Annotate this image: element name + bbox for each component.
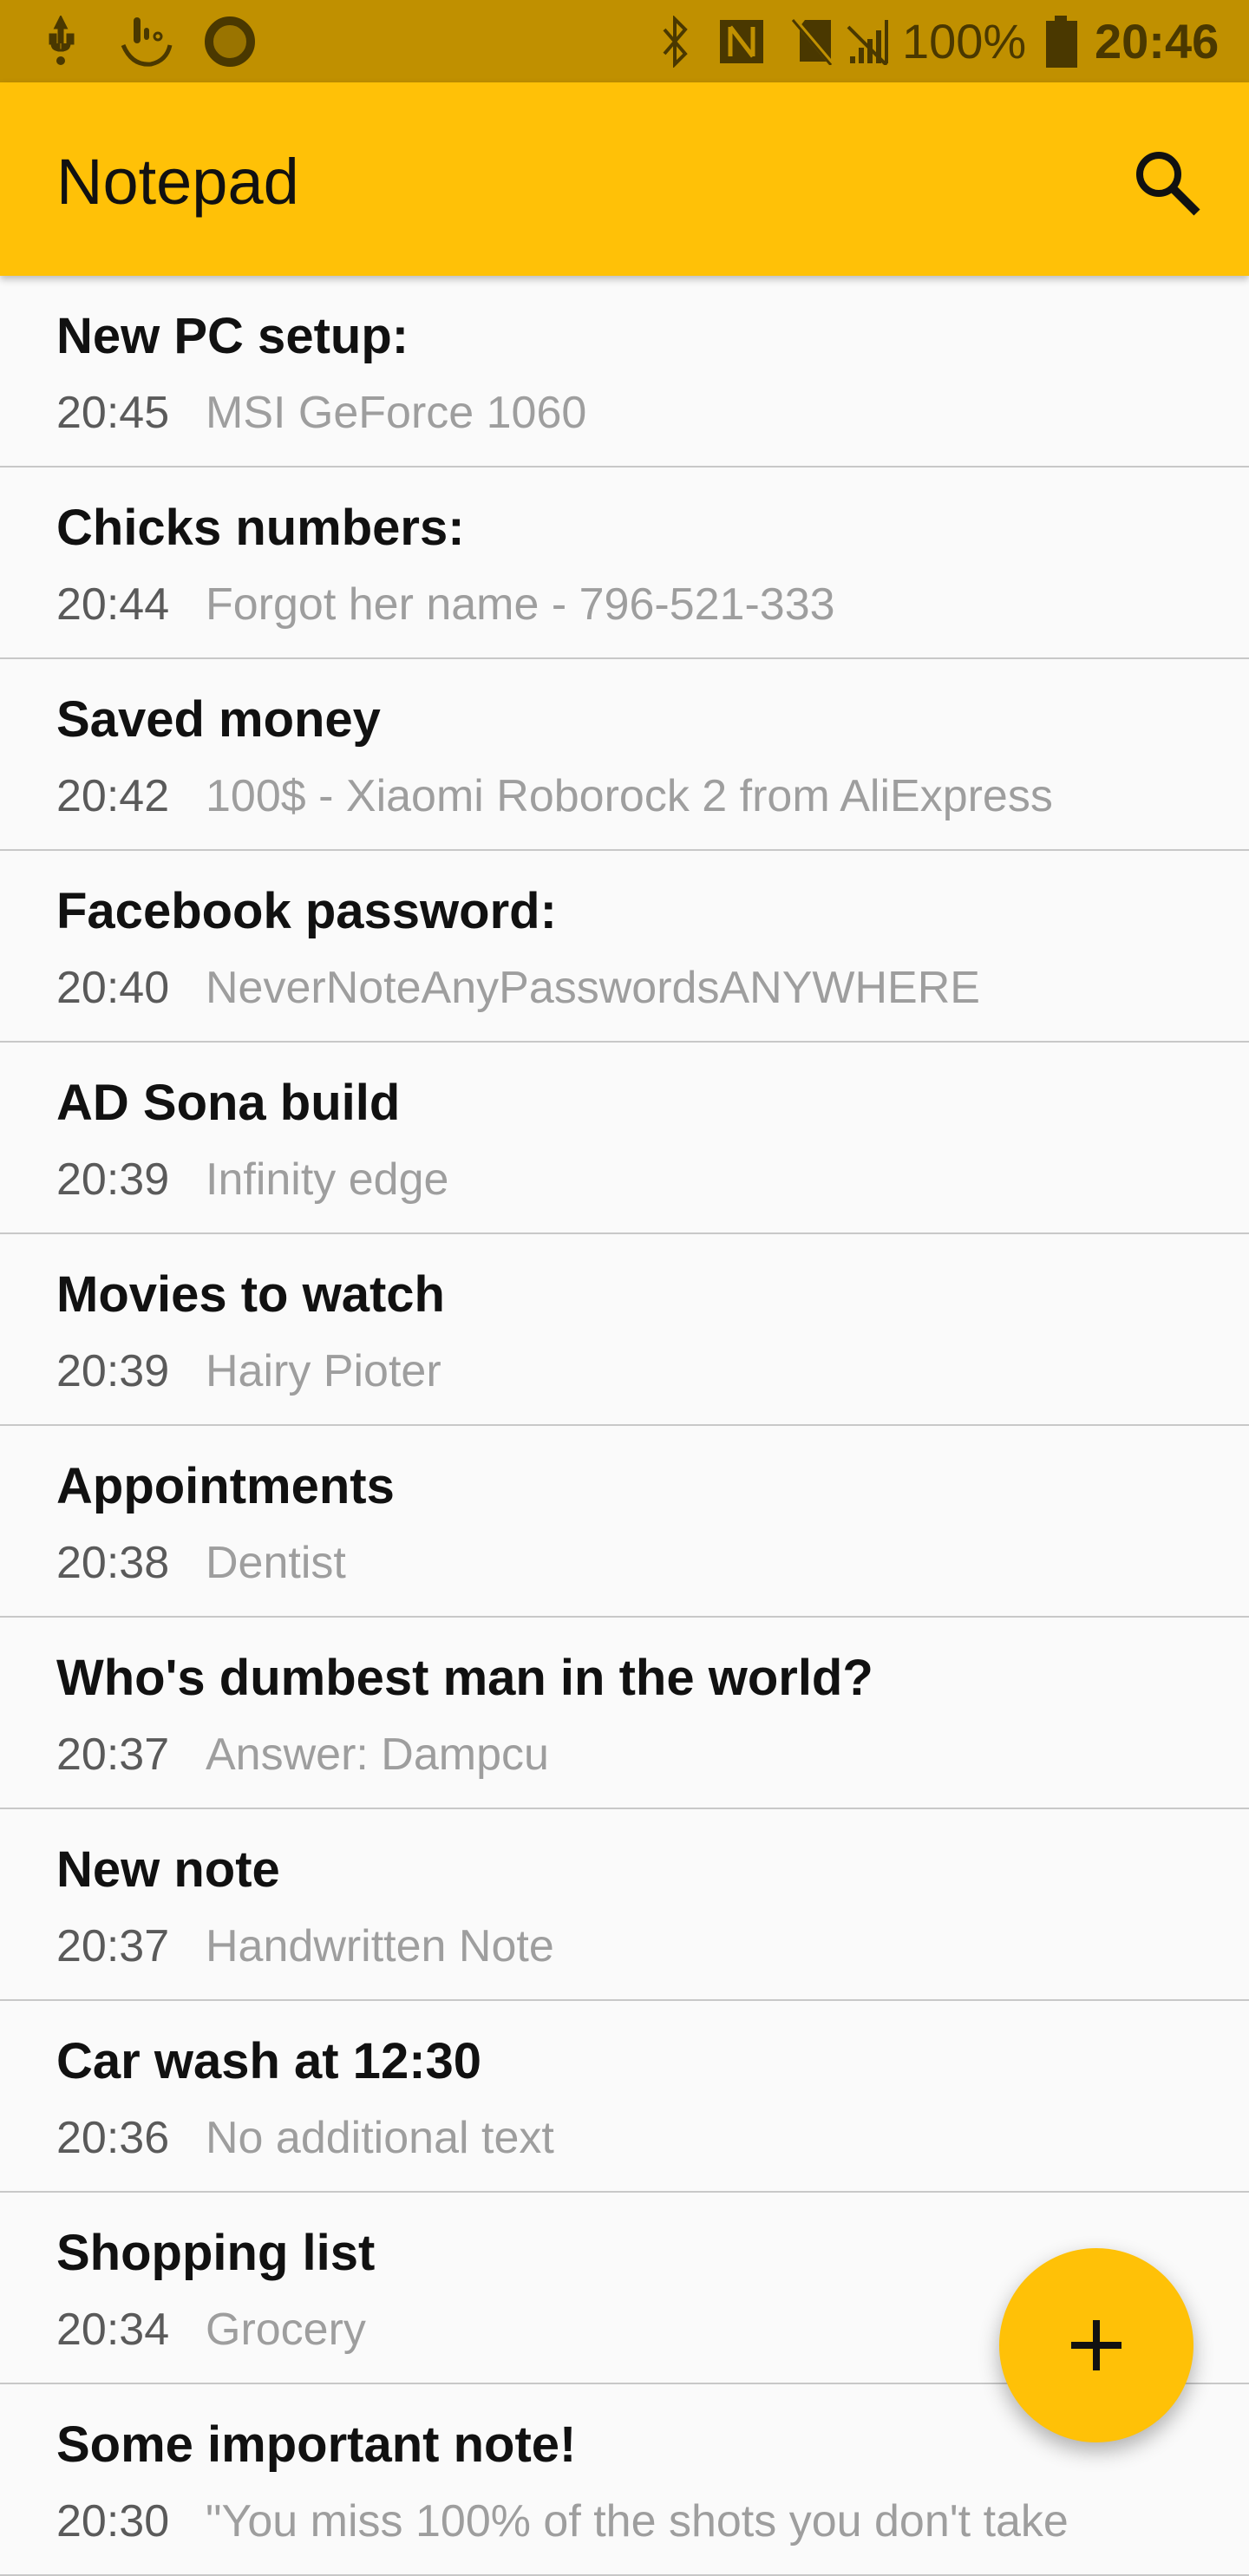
note-preview: Dentist: [206, 1538, 346, 1588]
note-time: 20:39: [56, 1346, 170, 1396]
note-title: Facebook password:: [56, 883, 557, 939]
note-preview: Answer: Dampcu: [206, 1729, 549, 1780]
note-preview: Hairy Pioter: [206, 1346, 441, 1396]
note-preview: MSI GeForce 1060: [206, 388, 587, 438]
touch-icon: [120, 16, 173, 68]
note-list-item[interactable]: Who's dumbest man in the world? 20:37 Answ…: [0, 1618, 1249, 1809]
note-time: 20:37: [56, 1729, 170, 1780]
usb-icon: [43, 16, 78, 68]
no-signal-icon: [847, 16, 890, 68]
plus-icon: [1071, 2320, 1121, 2370]
note-title: Who's dumbest man in the world?: [56, 1650, 873, 1706]
note-time: 20:30: [56, 2496, 170, 2547]
note-title: AD Sona build: [56, 1075, 401, 1131]
note-time: 20:44: [56, 579, 170, 630]
note-title: Chicks numbers:: [56, 500, 465, 556]
no-sim-icon: [791, 16, 838, 68]
note-preview: Grocery: [206, 2305, 366, 2355]
note-preview: Forgot her name - 796-521-333: [206, 579, 835, 630]
battery-icon: [1044, 16, 1079, 68]
note-title: Movies to watch: [56, 1266, 445, 1323]
note-preview: No additional text: [206, 2113, 554, 2163]
note-title: Appointments: [56, 1458, 395, 1514]
note-preview: "You miss 100% of the shots you don't ta…: [206, 2496, 1069, 2547]
app-bar: Notepad: [0, 82, 1249, 276]
note-list-item[interactable]: Saved money 20:42 100$ - Xiaomi Roborock 2…: [0, 659, 1249, 851]
note-preview: NeverNoteAnyPasswordsANYWHERE: [206, 963, 980, 1013]
note-time: 20:39: [56, 1154, 170, 1205]
note-title: New note: [56, 1841, 280, 1898]
note-list-item[interactable]: Facebook password: 20:40 NeverNoteAnyPassw…: [0, 851, 1249, 1043]
note-preview: Infinity edge: [206, 1154, 449, 1205]
note-preview: 100$ - Xiaomi Roborock 2 from AliExpress: [206, 771, 1053, 821]
note-list-item[interactable]: Appointments 20:38 Dentist: [0, 1426, 1249, 1618]
clock: 20:46: [1095, 14, 1220, 69]
note-list-item[interactable]: New note 20:37 Handwritten Note: [0, 1809, 1249, 2001]
search-icon: [1136, 152, 1200, 216]
note-preview: Handwritten Note: [206, 1921, 554, 1971]
bluetooth-icon: [657, 16, 692, 68]
add-note-button[interactable]: [999, 2248, 1193, 2442]
app-title: Notepad: [56, 146, 299, 218]
note-time: 20:40: [56, 963, 170, 1013]
record-icon: [204, 16, 256, 68]
note-title: Shopping list: [56, 2225, 376, 2281]
note-title: New PC setup:: [56, 308, 409, 364]
note-list-item[interactable]: AD Sona build 20:39 Infinity edge: [0, 1043, 1249, 1234]
note-time: 20:45: [56, 388, 170, 438]
note-list-item[interactable]: New PC setup: 20:45 MSI GeForce 1060: [0, 276, 1249, 467]
note-list-item[interactable]: Chicks numbers: 20:44 Forgot her name - 79…: [0, 467, 1249, 659]
note-time: 20:38: [56, 1538, 170, 1588]
note-time: 20:42: [56, 771, 170, 821]
note-time: 20:34: [56, 2305, 170, 2355]
nfc-icon: [718, 16, 765, 68]
note-time: 20:37: [56, 1921, 170, 1971]
status-bar: 100% 20:46: [0, 0, 1249, 82]
note-title: Some important note!: [56, 2416, 577, 2473]
battery-percent: 100%: [902, 14, 1027, 69]
note-list-item[interactable]: Movies to watch 20:39 Hairy Pioter: [0, 1234, 1249, 1426]
notes-list: New PC setup: 20:45 MSI GeForce 1060 Chicks…: [0, 276, 1249, 2576]
note-title: Saved money: [56, 691, 381, 748]
search-button[interactable]: [1128, 143, 1206, 221]
note-time: 20:36: [56, 2113, 170, 2163]
note-title: Car wash at 12:30: [56, 2033, 482, 2089]
note-list-item[interactable]: Car wash at 12:30 20:36 No additional text: [0, 2001, 1249, 2193]
